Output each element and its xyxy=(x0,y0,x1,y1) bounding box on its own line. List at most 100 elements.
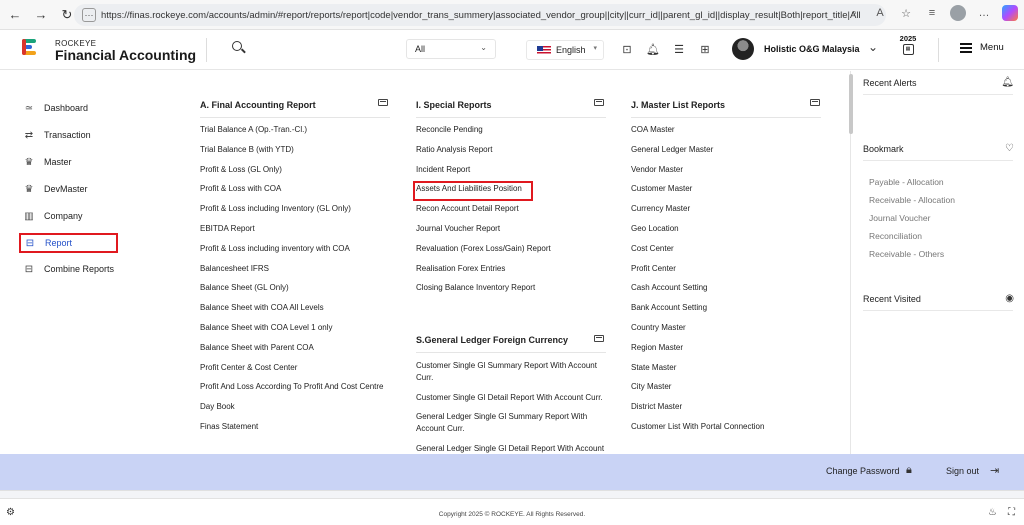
search-scope-select[interactable]: All ⌄ xyxy=(406,39,496,59)
bookmark-item[interactable]: Receivable - Allocation xyxy=(869,195,955,205)
zoom-icon[interactable]: ⌕ xyxy=(846,7,862,20)
report-link[interactable]: Currency Master xyxy=(631,203,690,215)
report-link[interactable]: Closing Balance Inventory Report xyxy=(416,282,535,294)
language-select[interactable]: English ▾ xyxy=(526,40,604,60)
report-link[interactable]: Geo Location xyxy=(631,223,679,235)
favorite-star-icon[interactable]: ☆ xyxy=(898,7,914,20)
report-link[interactable]: Region Master xyxy=(631,342,683,354)
report-link[interactable]: Cost Center xyxy=(631,243,674,255)
expand-icon[interactable] xyxy=(810,99,820,106)
sidebar-item-master[interactable]: ♛ Master xyxy=(22,153,72,171)
back-icon[interactable]: ← xyxy=(4,4,26,26)
expand-icon[interactable] xyxy=(594,335,604,342)
report-link[interactable]: Customer Single Gl Summary Report With A… xyxy=(416,360,611,384)
report-link[interactable]: Day Book xyxy=(200,401,235,413)
divider xyxy=(863,310,1013,311)
report-link[interactable]: State Master xyxy=(631,362,676,374)
report-link[interactable]: Incident Report xyxy=(416,164,470,176)
site-info-icon[interactable]: ⋯ xyxy=(82,8,96,22)
fiscal-year-button[interactable]: 2025 ▦ xyxy=(898,34,918,55)
sidebar-item-report[interactable]: ⊟ Report xyxy=(19,233,118,253)
report-link[interactable]: Vendor Master xyxy=(631,164,683,176)
report-link[interactable]: Balance Sheet with COA All Levels xyxy=(200,302,324,314)
rockeye-logo-icon[interactable] xyxy=(22,39,38,59)
checklist-icon[interactable]: ☰ xyxy=(672,43,686,56)
search-icon[interactable] xyxy=(230,40,246,56)
report-link[interactable]: Cash Account Setting xyxy=(631,282,708,294)
scrollbar-thumb[interactable] xyxy=(849,74,853,134)
sign-out-link[interactable]: Sign out xyxy=(946,466,979,476)
bookmark-item[interactable]: Receivable - Others xyxy=(869,249,944,259)
url-text[interactable]: https://finas.rockeye.com/accounts/admin… xyxy=(101,10,861,21)
browser-actions: ⌕ A ☆ ≡ … xyxy=(846,5,1018,21)
avatar[interactable] xyxy=(732,38,754,60)
report-link[interactable]: Balance Sheet with Parent COA xyxy=(200,342,314,354)
sidebar-item-devmaster[interactable]: ♛ DevMaster xyxy=(22,180,88,198)
report-link[interactable]: General Ledger Single Gl Detail Report W… xyxy=(416,443,611,454)
report-link[interactable]: Ratio Analysis Report xyxy=(416,144,492,156)
read-aloud-icon[interactable]: A xyxy=(872,7,888,19)
menu-button[interactable]: Menu xyxy=(960,42,1004,53)
bell-icon[interactable]: 🔔︎ xyxy=(1001,77,1014,88)
report-link[interactable]: Profit & Loss including inventory with C… xyxy=(200,243,350,255)
sign-out-icon[interactable]: ⇥ xyxy=(990,464,999,477)
forward-icon[interactable]: → xyxy=(30,4,52,26)
report-link[interactable]: General Ledger Single Gl Summary Report … xyxy=(416,411,611,435)
report-link[interactable]: Recon Account Detail Report xyxy=(416,203,519,215)
sidebar-item-dashboard[interactable]: ≃ Dashboard xyxy=(22,99,88,117)
favorites-list-icon[interactable]: ≡ xyxy=(924,7,940,19)
report-link[interactable]: Balancesheet IFRS xyxy=(200,263,269,275)
report-link[interactable]: Profit And Loss According To Profit And … xyxy=(200,381,384,393)
eye-icon[interactable]: ◉ xyxy=(1005,293,1014,304)
sidebar-item-combine-reports[interactable]: ⊟ Combine Reports xyxy=(22,260,114,278)
report-link[interactable]: Customer List With Portal Connection xyxy=(631,421,764,433)
report-link[interactable]: General Ledger Master xyxy=(631,144,713,156)
report-link[interactable]: Profit & Loss including Inventory (GL On… xyxy=(200,203,351,215)
report-link[interactable]: Bank Account Setting xyxy=(631,302,707,314)
report-link[interactable]: Customer Single Gl Detail Report With Ac… xyxy=(416,392,611,404)
sidebar-item-company[interactable]: ▥ Company xyxy=(22,207,82,225)
bookmark-add-icon[interactable]: ⊡ xyxy=(620,43,634,56)
report-link[interactable]: Profit Center xyxy=(631,263,676,275)
report-link[interactable]: EBITDA Report xyxy=(200,223,255,235)
bell-icon[interactable]: 🔔︎ xyxy=(646,43,660,56)
report-link[interactable]: Realisation Forex Entries xyxy=(416,263,505,275)
report-link[interactable]: Profit & Loss with COA xyxy=(200,183,281,195)
copilot-icon[interactable] xyxy=(1002,5,1018,21)
address-bar[interactable]: ⋯ https://finas.rockeye.com/accounts/adm… xyxy=(74,4,886,26)
sidebar-item-transaction[interactable]: ⇄ Transaction xyxy=(22,126,91,144)
report-link[interactable]: Finas Statement xyxy=(200,421,258,433)
report-link[interactable]: Trial Balance A (Op.-Tran.-Cl.) xyxy=(200,124,307,136)
heart-icon[interactable]: ♡ xyxy=(1005,143,1014,154)
lock-icon[interactable]: 🔒︎ xyxy=(906,464,912,477)
company-name[interactable]: Holistic O&G Malaysia xyxy=(764,44,860,54)
crown-icon: ♛ xyxy=(24,183,34,195)
report-link[interactable]: Profit & Loss (GL Only) xyxy=(200,164,282,176)
report-link[interactable]: District Master xyxy=(631,401,682,413)
report-link[interactable]: City Master xyxy=(631,381,671,393)
report-link[interactable]: Balance Sheet (GL Only) xyxy=(200,282,289,294)
expand-icon[interactable] xyxy=(594,99,604,106)
report-link[interactable]: COA Master xyxy=(631,124,675,136)
bookmark-item[interactable]: Payable - Allocation xyxy=(869,177,944,187)
report-link[interactable]: Profit Center & Cost Center xyxy=(200,362,297,374)
profile-icon[interactable] xyxy=(950,5,966,21)
report-link[interactable]: Revaluation (Forex Loss/Gain) Report xyxy=(416,243,551,255)
apps-grid-icon[interactable]: ⊞ xyxy=(698,43,712,56)
horizontal-scrollbar[interactable] xyxy=(0,490,1024,498)
report-link[interactable]: Trial Balance B (with YTD) xyxy=(200,144,294,156)
report-link[interactable]: Balance Sheet with COA Level 1 only xyxy=(200,322,333,334)
change-password-link[interactable]: Change Password xyxy=(826,466,900,476)
report-link[interactable]: Reconcile Pending xyxy=(416,124,483,136)
flame-icon[interactable]: ♨ xyxy=(988,507,997,518)
bookmark-item[interactable]: Reconciliation xyxy=(869,231,922,241)
more-icon[interactable]: … xyxy=(976,7,992,19)
report-link[interactable]: Country Master xyxy=(631,322,686,334)
highlight-box xyxy=(413,181,533,201)
bookmark-item[interactable]: Journal Voucher xyxy=(869,213,930,223)
report-link[interactable]: Journal Voucher Report xyxy=(416,223,500,235)
expand-icon[interactable] xyxy=(378,99,388,106)
report-link[interactable]: Customer Master xyxy=(631,183,692,195)
fullscreen-icon[interactable]: ⛶ xyxy=(1008,507,1015,518)
chevron-down-icon[interactable]: ⌄ xyxy=(868,40,878,54)
